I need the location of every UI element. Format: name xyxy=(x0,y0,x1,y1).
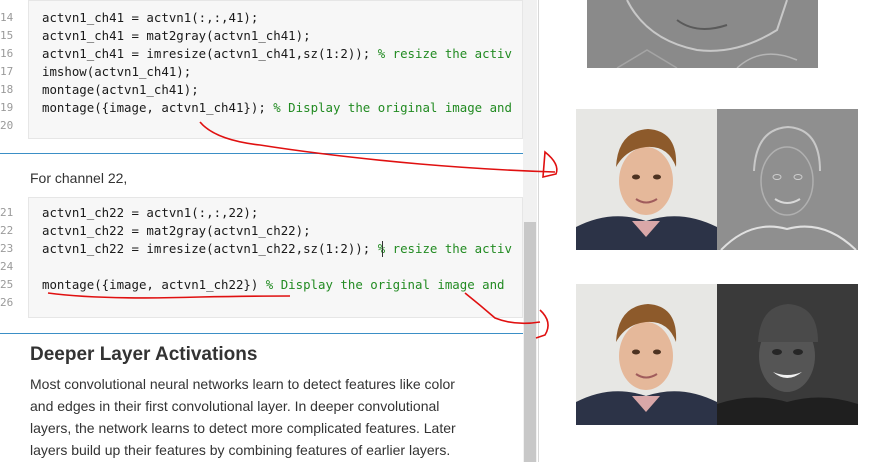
montage-channel-22 xyxy=(576,284,858,425)
activation-edge-image-top xyxy=(587,0,818,68)
code-comment: % resize the activ xyxy=(377,241,512,256)
line-number: 26 xyxy=(0,296,14,309)
section-heading: Deeper Layer Activations xyxy=(30,344,258,365)
channel-text: For channel 22, xyxy=(30,170,128,186)
code-line[interactable]: actvn1_ch41 = imresize(actvn1_ch41,sz(1:… xyxy=(42,45,512,63)
line-number: 14 xyxy=(0,11,14,24)
output-panel xyxy=(539,0,874,462)
code-line[interactable]: montage({image, actvn1_ch41}); % Display… xyxy=(42,99,512,117)
line-number: 23 xyxy=(0,242,14,255)
text-cursor xyxy=(382,241,383,257)
code-line[interactable]: montage(actvn1_ch41); xyxy=(42,81,199,99)
line-number: 16 xyxy=(0,47,14,60)
code-comment: % Display the original image and xyxy=(273,100,512,115)
live-editor: 14 actvn1_ch41 = actvn1(:,:,41); 15 actv… xyxy=(0,0,539,462)
code-line[interactable]: imshow(actvn1_ch41); xyxy=(42,63,191,81)
line-number: 19 xyxy=(0,101,14,114)
code-line[interactable]: actvn1_ch22 = actvn1(:,:,22); xyxy=(42,204,258,222)
code-comment: % Display the original image and xyxy=(265,277,505,292)
line-number: 21 xyxy=(0,206,14,219)
line-number: 25 xyxy=(0,278,14,291)
section-paragraph: Most convolutional neural networks learn… xyxy=(30,376,456,458)
section-divider xyxy=(0,153,523,154)
line-number: 22 xyxy=(0,224,14,237)
code-comment: % resize the activ xyxy=(377,46,512,61)
line-number: 20 xyxy=(0,119,14,132)
code-line[interactable]: actvn1_ch41 = actvn1(:,:,41); xyxy=(42,9,258,27)
editor-scrollbar[interactable] xyxy=(523,0,537,462)
line-number: 17 xyxy=(0,65,14,78)
montage-channel-41 xyxy=(576,109,858,250)
line-number: 18 xyxy=(0,83,14,96)
scrollbar-thumb[interactable] xyxy=(524,222,536,462)
code-line[interactable]: actvn1_ch41 = mat2gray(actvn1_ch41); xyxy=(42,27,311,45)
line-number: 15 xyxy=(0,29,14,42)
line-number: 24 xyxy=(0,260,14,273)
section-divider xyxy=(0,333,523,334)
code-line[interactable]: montage({image, actvn1_ch22}) % Display … xyxy=(42,276,505,294)
code-line[interactable]: actvn1_ch22 = imresize(actvn1_ch22,sz(1:… xyxy=(42,240,512,258)
code-line[interactable]: actvn1_ch22 = mat2gray(actvn1_ch22); xyxy=(42,222,311,240)
